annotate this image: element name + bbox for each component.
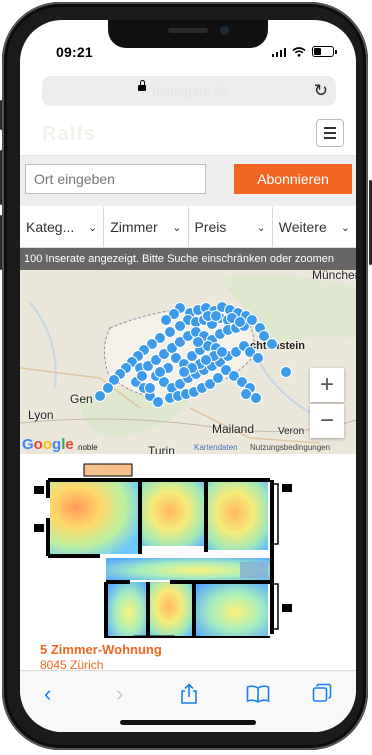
menu-icon-line — [324, 137, 336, 139]
filter-bar: Kateg... ⌄ Zimmer ⌄ Preis ⌄ Weitere ⌄ — [20, 207, 356, 248]
map-marker[interactable] — [144, 382, 156, 394]
map-noble-text: noble — [78, 443, 98, 452]
zoom-in-button[interactable]: + — [310, 368, 344, 402]
map-marker[interactable] — [280, 366, 292, 378]
filter-label: Kateg... — [26, 219, 75, 235]
map-marker[interactable] — [210, 310, 222, 322]
url-text: homegate.ch — [152, 84, 228, 99]
home-indicator — [120, 720, 256, 725]
map-marker[interactable] — [212, 372, 224, 384]
bookmarks-icon[interactable] — [246, 685, 270, 703]
map-marker[interactable] — [160, 314, 172, 326]
forward-icon: › — [116, 681, 124, 706]
phone-screen: 09:21 homegate.ch ↻ Ralfs Ort eingeben A… — [20, 20, 356, 732]
filter-label: Preis — [194, 219, 227, 235]
map-banner: 100 Inserate angezeigt. Bitte Suche eins… — [20, 248, 356, 270]
filter-price[interactable]: Preis ⌄ — [189, 207, 273, 247]
filter-category[interactable]: Kateg... ⌄ — [20, 207, 105, 247]
map-marker[interactable] — [164, 326, 176, 338]
status-time: 09:21 — [56, 44, 93, 60]
subscribe-button[interactable]: Abonnieren — [234, 164, 352, 194]
wifi-icon — [292, 46, 306, 57]
address-bar[interactable]: homegate.ch ↻ — [42, 76, 336, 106]
chevron-down-icon: ⌄ — [256, 221, 266, 234]
filter-label: Zimmer — [110, 219, 158, 235]
menu-icon-line — [324, 132, 336, 134]
menu-button[interactable] — [316, 119, 344, 147]
chevron-down-icon: ⌄ — [340, 221, 350, 234]
signal-icon — [271, 47, 286, 57]
battery-icon — [312, 46, 337, 57]
map-marker[interactable] — [136, 370, 148, 382]
site-header: Ralfs — [20, 115, 356, 156]
map-marker[interactable] — [240, 388, 252, 400]
map-marker[interactable] — [266, 338, 278, 350]
filter-rooms[interactable]: Zimmer ⌄ — [104, 207, 189, 247]
map-marker[interactable] — [152, 396, 164, 408]
location-input[interactable] — [25, 164, 206, 194]
filter-label: Weitere — [278, 219, 327, 235]
zoom-out-button[interactable]: − — [310, 404, 344, 438]
phone-frame: 09:21 homegate.ch ↻ Ralfs Ort eingeben A… — [2, 2, 368, 750]
status-icons — [271, 46, 337, 57]
chevron-down-icon: ⌄ — [172, 221, 182, 234]
reload-icon[interactable]: ↻ — [314, 81, 328, 101]
speaker — [168, 28, 208, 33]
map-marker[interactable] — [94, 390, 106, 402]
menu-icon-line — [324, 127, 336, 129]
back-icon[interactable]: ‹ — [44, 681, 51, 707]
map-marker[interactable] — [216, 346, 228, 358]
map-marker[interactable] — [178, 366, 190, 378]
filter-more[interactable]: Weitere ⌄ — [273, 207, 356, 247]
tabs-icon[interactable] — [312, 683, 332, 703]
map-data-link[interactable]: Kartendaten — [194, 443, 238, 452]
map-marker[interactable] — [252, 352, 264, 364]
map-markers — [94, 301, 292, 408]
map-marker[interactable] — [200, 354, 212, 366]
map-marker[interactable] — [234, 316, 246, 328]
notch — [108, 20, 268, 48]
google-logo: Google — [22, 436, 74, 453]
map-view[interactable]: 100 Inserate angezeigt. Bitte Suche eins… — [20, 248, 356, 454]
chevron-down-icon: ⌄ — [88, 221, 98, 234]
listing-floorplan-image[interactable] — [20, 454, 356, 647]
camera — [220, 26, 229, 35]
map-marker[interactable] — [174, 320, 186, 332]
site-logo[interactable]: Ralfs — [42, 123, 96, 146]
lock-icon — [138, 80, 146, 91]
map-marker[interactable] — [250, 392, 262, 404]
map-terms-link[interactable]: Nutzungsbedingungen — [250, 443, 330, 452]
share-icon[interactable] — [180, 683, 198, 705]
map-marker[interactable] — [154, 366, 166, 378]
floorplan-drawing — [34, 463, 292, 647]
search-row: Abonnieren — [20, 156, 356, 206]
listing-rooms: 5 Zimmer-Wohnung — [40, 642, 162, 657]
map-footer: Google noble Kartendaten Nutzungsbedingu… — [20, 436, 356, 454]
map-marker[interactable] — [192, 336, 204, 348]
